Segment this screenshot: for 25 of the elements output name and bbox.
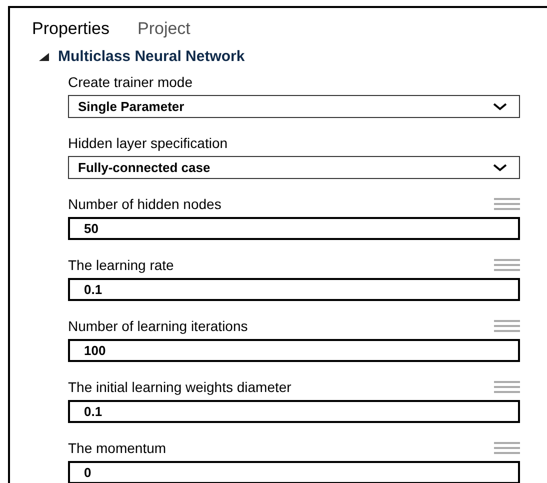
field-label: The learning rate bbox=[68, 258, 174, 272]
input-field[interactable]: 100 bbox=[68, 339, 520, 362]
input-field[interactable]: 50 bbox=[68, 217, 520, 240]
input-field[interactable]: 0.1 bbox=[68, 400, 520, 423]
field-label: Number of learning iterations bbox=[68, 319, 248, 333]
tab[interactable]: Project bbox=[137, 14, 190, 44]
menu-icon[interactable] bbox=[494, 258, 520, 272]
section-title: Multiclass Neural Network bbox=[58, 46, 245, 67]
field-label: The momentum bbox=[68, 441, 166, 455]
field-label: Create trainer mode bbox=[68, 75, 193, 89]
dropdown[interactable]: Single Parameter bbox=[68, 95, 520, 118]
field-label: The initial learning weights diameter bbox=[68, 380, 292, 394]
menu-icon[interactable] bbox=[494, 197, 520, 211]
input-field[interactable]: 0.1 bbox=[68, 278, 520, 301]
field-label: Hidden layer specification bbox=[68, 136, 228, 150]
dropdown[interactable]: Fully-connected case bbox=[68, 156, 520, 179]
expand-icon[interactable] bbox=[38, 52, 50, 62]
menu-icon[interactable] bbox=[494, 441, 520, 455]
chevron-down-icon bbox=[493, 164, 507, 172]
field-label: Number of hidden nodes bbox=[68, 197, 222, 211]
chevron-down-icon bbox=[493, 102, 507, 110]
input-field[interactable]: 0 bbox=[68, 461, 520, 483]
menu-icon[interactable] bbox=[494, 319, 520, 333]
tab[interactable]: Properties bbox=[32, 14, 110, 44]
menu-icon[interactable] bbox=[494, 380, 520, 394]
